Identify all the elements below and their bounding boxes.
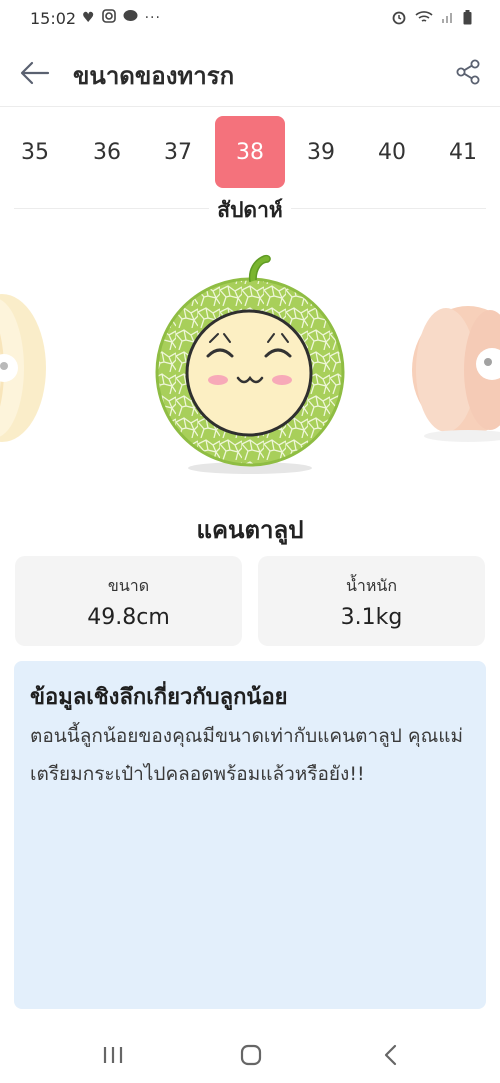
battery-icon [463,9,472,29]
recent-apps-icon [103,1047,123,1063]
week-unit-label: สัปดาห์ [0,194,500,227]
baby-insight-card: ข้อมูลเชิงลึกเกี่ยวกับลูกน้อย ตอนนี้ลูกน… [14,661,486,1009]
recent-apps-button[interactable] [98,1042,128,1068]
insight-title: ข้อมูลเชิงลึกเกี่ยวกับลูกน้อย [30,685,288,710]
chevron-left-icon [384,1044,397,1066]
fruit-name: แคนตาลูป [196,516,304,544]
fruit-carousel[interactable] [0,240,500,490]
system-navigation-bar [0,1026,500,1083]
week-tab-38-selected[interactable]: 38 [215,116,285,188]
size-card: ขนาด 49.8cm [15,556,242,646]
share-icon [456,59,480,85]
week-tab-41[interactable]: 41 [428,116,498,188]
status-time: 15:02 [30,9,77,28]
more-notifications-icon: ··· [144,10,161,26]
status-bar: 15:02 ♥ ··· [0,0,500,38]
week-tab-37[interactable]: 37 [143,116,213,188]
line-app-icon [123,9,138,27]
home-button[interactable] [236,1042,266,1068]
insight-body: ตอนนี้ลูกน้อยของคุณมีขนาดเท่ากับแคนตาลูป… [30,725,463,785]
cantaloupe-image [155,254,345,474]
size-label: ขนาด [107,576,150,595]
wifi-icon [415,10,433,28]
week-unit-text: สัปดาห์ [209,198,291,222]
back-button[interactable] [18,56,52,90]
week-tab-39[interactable]: 39 [286,116,356,188]
notification-icons: ♥ ··· [82,9,161,27]
signal-icon [441,10,455,28]
next-fruit-image[interactable] [412,306,500,442]
system-back-button[interactable] [376,1042,406,1068]
heart-icon: ♥ [82,10,95,26]
weight-label: น้ำหนัก [345,576,398,595]
alarm-icon [391,9,407,29]
week-selector: 35 36 37 38 39 40 41 [0,116,500,188]
weight-card: น้ำหนัก 3.1kg [258,556,485,646]
instagram-icon [101,9,116,27]
week-tab-40[interactable]: 40 [357,116,427,188]
home-icon [240,1044,262,1066]
back-arrow-icon [20,61,50,85]
system-icons [391,9,472,29]
page-title: ขนาดของทารก [73,62,235,90]
previous-fruit-image[interactable] [0,294,46,442]
share-button[interactable] [454,58,482,86]
app-header: ขนาดของทารก [0,40,500,107]
week-tab-36[interactable]: 36 [72,116,142,188]
week-tab-35[interactable]: 35 [0,116,70,188]
weight-value: 3.1kg [340,605,403,630]
size-value: 49.8cm [87,605,170,630]
